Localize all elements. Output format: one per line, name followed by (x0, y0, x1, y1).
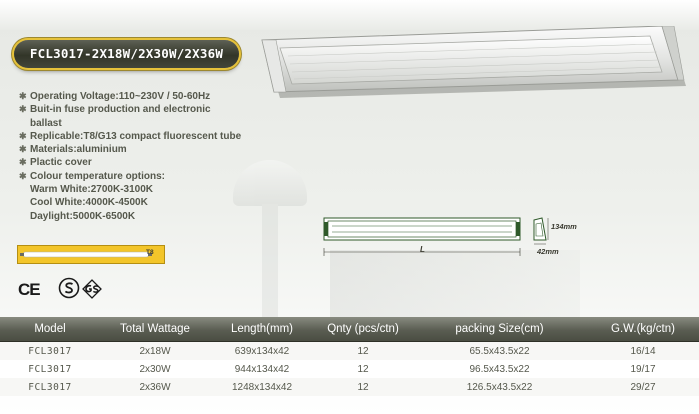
bullet-icon: ✱ (19, 170, 27, 181)
bullet-icon: ✱ (19, 144, 27, 155)
bullet-icon: ✱ (19, 91, 27, 101)
spec-table: Model Total Wattage Length(mm) Qnty (pcs… (0, 317, 699, 396)
cell-gross-weight: 16/14 (587, 341, 699, 360)
cell-length: 944x134x42 (210, 360, 314, 378)
feature-item: ✱ Plactic cover (19, 157, 92, 169)
column-header-model: Model (0, 317, 100, 342)
cell-model: FCL3017 (0, 341, 100, 360)
column-header-wattage: Total Wattage (100, 317, 210, 342)
bullet-icon: ✱ (19, 157, 27, 168)
cell-quantity: 12 (314, 378, 412, 396)
gs-certification-icon (82, 279, 102, 299)
table-row: FCL3017 2x36W 1248x134x42 12 126.5x43.5x… (0, 378, 699, 396)
cell-wattage: 2x18W (100, 341, 210, 360)
cell-packing-size: 96.5x43.5x22 (412, 360, 587, 378)
cell-length: 1248x134x42 (210, 378, 314, 396)
feature-list: ✱ Operating Voltage:110~230V / 50-60Hz ✱ B… (17, 90, 347, 223)
depth-dimension-label: 42mm (537, 247, 559, 256)
bullet-icon: ✱ (19, 104, 27, 115)
cell-model: FCL3017 (0, 360, 100, 378)
product-title-badge: FCL3017-2X18W/2X30W/2X36W (14, 40, 239, 68)
column-header-quantity: Qnty (pcs/ctn) (314, 317, 412, 342)
product-sheet: FCL3017-2X18W/2X30W/2X36W ✱ Operating Vo… (0, 0, 699, 414)
t8-tube-image (17, 245, 165, 264)
column-header-gross-weight: G.W.(kg/ctn) (587, 317, 699, 342)
cell-length: 639x134x42 (210, 341, 314, 360)
dimension-drawing (323, 217, 549, 256)
length-dimension-label: L (420, 245, 425, 254)
table-header-row: Model Total Wattage Length(mm) Qnty (pcs… (0, 317, 699, 342)
colour-option: Cool White:4000K-4500K (30, 197, 148, 209)
lamp-pole (262, 204, 278, 334)
s-certification-icon (58, 277, 80, 299)
feature-item: ✱ Replicable:T8/G13 compact fluorescent t… (19, 130, 242, 142)
cell-model: FCL3017 (0, 378, 100, 396)
product-title: FCL3017-2X18W/2X30W/2X36W (29, 46, 224, 61)
bullet-icon: ✱ (19, 130, 27, 141)
cell-quantity: 12 (314, 341, 412, 360)
cell-packing-size: 65.5x43.5x22 (412, 341, 587, 360)
feature-item: ✱ Buit-in fuse production and electronic (19, 104, 211, 116)
colour-option: Daylight:5000K-6500K (30, 210, 136, 222)
ce-mark-icon: CE (18, 280, 41, 299)
height-dimension-label: 134mm (551, 222, 577, 231)
cell-wattage: 2x30W (100, 360, 210, 378)
cell-quantity: 12 (314, 360, 412, 378)
table-row: FCL3017 2x30W 944x134x42 12 96.5x43.5x22… (0, 360, 699, 378)
feature-item: ✱ Materials:aluminium (19, 144, 127, 156)
tube-type-label: T8 (146, 249, 154, 256)
feature-item-continued: ballast (30, 117, 62, 129)
colour-option: Warm White:2700K-3100K (30, 184, 154, 196)
cell-gross-weight: 29/27 (587, 378, 699, 396)
cell-wattage: 2x36W (100, 378, 210, 396)
cell-packing-size: 126.5x43.5x22 (412, 378, 587, 396)
fixture-photo (261, 26, 686, 98)
column-header-length: Length(mm) (210, 317, 314, 342)
feature-item: ✱ Colour temperature options: (19, 170, 166, 182)
table-row: FCL3017 2x18W 639x134x42 12 65.5x43.5x22… (0, 341, 699, 360)
column-header-packing-size: packing Size(cm) (412, 317, 587, 342)
cell-gross-weight: 19/17 (587, 360, 699, 378)
feature-item: ✱ Operating Voltage:110~230V / 50-60Hz (19, 91, 211, 102)
